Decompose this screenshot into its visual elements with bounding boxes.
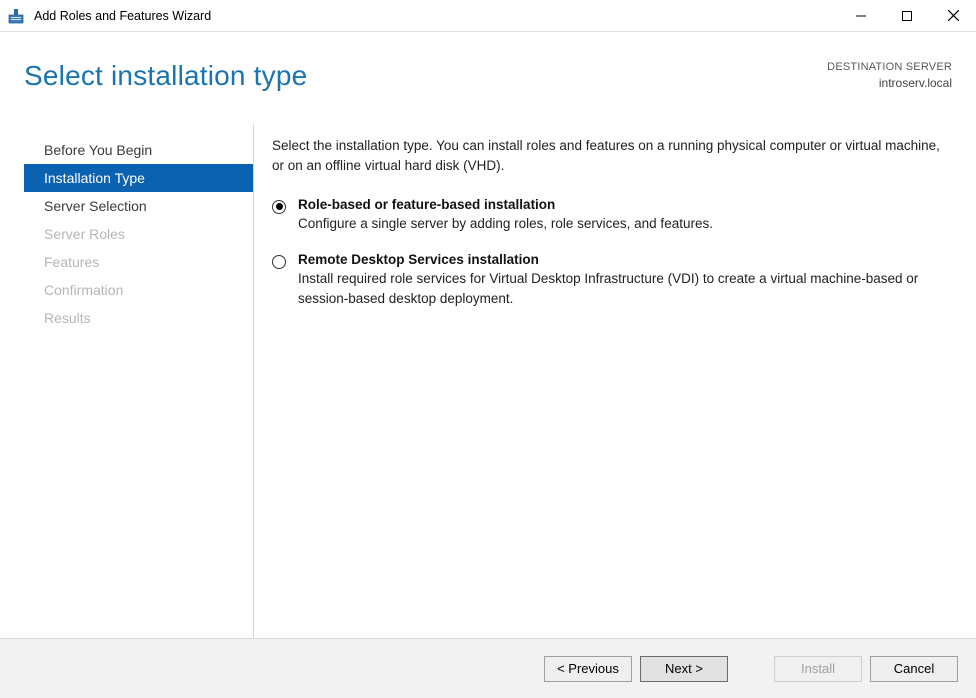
wizard-content: Select the installation type. You can in… [254, 124, 976, 638]
intro-text: Select the installation type. You can in… [272, 136, 954, 177]
option-role-based-desc: Configure a single server by adding role… [298, 214, 954, 234]
step-features: Features [24, 248, 253, 276]
previous-button[interactable]: < Previous [544, 656, 632, 682]
option-remote-desktop-desc: Install required role services for Virtu… [298, 269, 954, 310]
wizard-header: Select installation type DESTINATION SER… [0, 32, 976, 124]
titlebar: Add Roles and Features Wizard [0, 0, 976, 32]
destination-server-block: DESTINATION SERVER introserv.local [827, 60, 952, 92]
step-server-roles: Server Roles [24, 220, 253, 248]
wizard-steps-sidebar: Before You Begin Installation Type Serve… [24, 124, 254, 638]
server-manager-icon [8, 7, 26, 25]
next-button[interactable]: Next > [640, 656, 728, 682]
option-role-based[interactable]: Role-based or feature-based installation… [272, 197, 954, 234]
option-remote-desktop-title: Remote Desktop Services installation [298, 252, 954, 267]
window-controls [838, 0, 976, 31]
radio-role-based[interactable] [272, 200, 286, 214]
install-button: Install [774, 656, 862, 682]
close-button[interactable] [930, 0, 976, 31]
wizard-footer: < Previous Next > Install Cancel [0, 638, 976, 698]
destination-server-label: DESTINATION SERVER [827, 60, 952, 75]
cancel-button[interactable]: Cancel [870, 656, 958, 682]
step-before-you-begin[interactable]: Before You Begin [24, 136, 253, 164]
minimize-button[interactable] [838, 0, 884, 31]
step-confirmation: Confirmation [24, 276, 253, 304]
window-title: Add Roles and Features Wizard [34, 9, 838, 23]
page-title: Select installation type [24, 60, 827, 92]
maximize-button[interactable] [884, 0, 930, 31]
option-role-based-title: Role-based or feature-based installation [298, 197, 954, 212]
step-installation-type[interactable]: Installation Type [24, 164, 253, 192]
step-server-selection[interactable]: Server Selection [24, 192, 253, 220]
destination-server-value: introserv.local [827, 75, 952, 92]
radio-remote-desktop[interactable] [272, 255, 286, 269]
step-results: Results [24, 304, 253, 332]
option-remote-desktop[interactable]: Remote Desktop Services installation Ins… [272, 252, 954, 310]
